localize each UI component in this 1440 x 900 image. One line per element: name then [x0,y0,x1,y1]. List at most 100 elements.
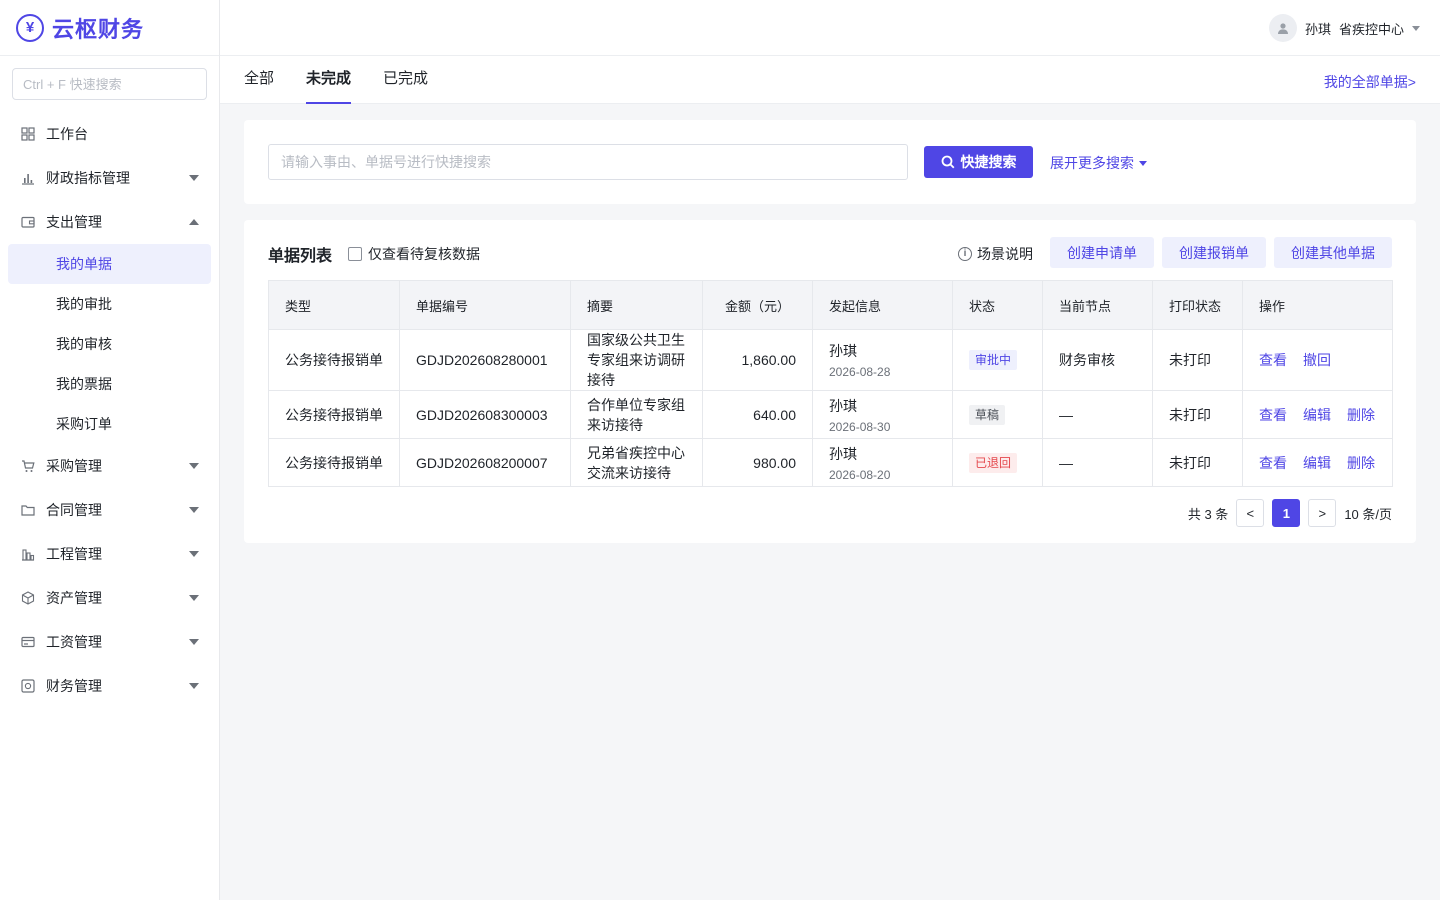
sidebar-search[interactable] [12,68,207,100]
cell-status: 已退回 [952,438,1043,487]
bar-chart-icon [20,170,36,186]
list-title: 单据列表 [268,248,333,265]
avatar[interactable] [1268,14,1297,42]
cell-amount: 640.00 [702,390,813,439]
sidebar-item-expenditure[interactable]: 支出管理 [0,200,219,244]
sidebar-item-assets[interactable]: 资产管理 [0,576,219,620]
sidebar-item-procurement[interactable]: 采购管理 [0,444,219,488]
sidebar-search-input[interactable] [23,76,199,92]
chevron-down-icon[interactable] [189,683,199,689]
cell-amount: 1,860.00 [702,329,813,391]
tab-bar: 全部 未完成 已完成 我的全部单据> [220,56,1440,104]
chevron-down-icon[interactable] [189,551,199,557]
cell-code: GDJD202608280001 [399,329,571,391]
caret-down-icon[interactable] [1412,25,1420,31]
initiated-date: 2026-08-20 [829,467,891,482]
column-header[interactable]: 发起信息 [812,280,953,330]
pending-review-checkbox[interactable] [348,247,362,261]
page-1-button[interactable]: 1 [1272,499,1301,527]
column-header[interactable]: 摘要 [570,280,703,330]
sidebar-item-salary[interactable]: 工资管理 [0,620,219,664]
table-row[interactable]: 公务接待报销单 GDJD202608280001 国家级公共卫生专家组来访调研接… [268,329,1393,391]
create-application-button[interactable]: 创建申请单 [1050,237,1154,268]
sidebar-item-label: 合同管理 [46,502,102,518]
cell-initiator: 孙琪 2026-08-28 [812,329,953,391]
building-icon [20,546,36,562]
brand[interactable]: ¥ 云枢财务 [0,0,219,56]
document-table: 类型 单据编号 摘要 金额（元） 发起信息 状态 当前节点 打印状态 操作 公务… [268,280,1393,487]
page-size-select[interactable]: 10 条/页 [1344,504,1392,523]
edit-link[interactable]: 编辑 [1303,407,1331,423]
cell-summary: 兄弟省疾控中心交流来访接待 [570,438,703,487]
yen-logo-icon: ¥ [16,13,44,42]
quick-search-input[interactable] [268,144,908,180]
chevron-down-icon[interactable] [189,463,199,469]
sidebar-menu: 工作台 财政指标管理 支出管理 我的单据 我的审批 我的审核 我的票据 采购订单… [0,112,219,708]
table-row[interactable]: 公务接待报销单 GDJD202608300003 合作单位专家组来访接待 640… [268,390,1393,439]
column-header[interactable]: 类型 [268,280,400,330]
submenu-item-my-reviews[interactable]: 我的审核 [8,324,211,364]
all-documents-link[interactable]: 我的全部单据> [1324,72,1416,92]
cell-actions: 查看 编辑 删除 [1242,390,1393,439]
delete-link[interactable]: 删除 [1347,407,1375,423]
search-icon [941,155,954,169]
sidebar-item-contracts[interactable]: 合同管理 [0,488,219,532]
sidebar-item-engineering[interactable]: 工程管理 [0,532,219,576]
sidebar-item-fiscal-indicators[interactable]: 财政指标管理 [0,156,219,200]
column-header: 操作 [1242,280,1393,330]
sidebar-item-workbench[interactable]: 工作台 [0,112,219,156]
cell-type: 公务接待报销单 [268,438,400,487]
delete-link[interactable]: 删除 [1347,455,1375,471]
column-header[interactable]: 状态 [952,280,1043,330]
table-row[interactable]: 公务接待报销单 GDJD202608200007 兄弟省疾控中心交流来访接待 9… [268,438,1393,487]
quick-search-button[interactable]: 快捷搜索 [924,146,1033,178]
prev-page-button[interactable]: < [1236,499,1265,527]
chevron-down-icon[interactable] [189,507,199,513]
tab-incomplete[interactable]: 未完成 [306,56,352,104]
column-header[interactable]: 单据编号 [399,280,571,330]
chevron-down-icon[interactable] [189,175,199,181]
pending-review-filter[interactable]: 仅查看待复核数据 [348,244,480,264]
cell-print-status: 未打印 [1152,438,1243,487]
submenu-item-purchase-orders[interactable]: 采购订单 [8,404,211,444]
submenu-item-my-invoices[interactable]: 我的票据 [8,364,211,404]
table-header-row: 类型 单据编号 摘要 金额（元） 发起信息 状态 当前节点 打印状态 操作 [268,280,1393,330]
scene-description-link[interactable]: i 场景说明 [958,244,1033,264]
sidebar-item-label: 财政指标管理 [46,170,130,186]
create-reimbursement-button[interactable]: 创建报销单 [1162,237,1266,268]
cell-actions: 查看 编辑 删除 [1242,438,1393,487]
grid-icon [20,126,36,142]
chevron-down-icon[interactable] [189,595,199,601]
top-header: 孙琪 省疾控中心 [220,0,1440,56]
edit-link[interactable]: 编辑 [1303,455,1331,471]
submenu-item-my-approvals[interactable]: 我的审批 [8,284,211,324]
document-list-panel: 单据列表 仅查看待复核数据 i 场景说明 创建申请单 创建报销单 创建其他单据 … [244,220,1416,543]
cell-code: GDJD202608300003 [399,390,571,439]
column-header[interactable]: 打印状态 [1152,280,1243,330]
chevron-up-icon[interactable] [189,219,199,225]
view-link[interactable]: 查看 [1259,407,1287,423]
next-page-button[interactable]: > [1308,499,1337,527]
sidebar-item-finance[interactable]: 财务管理 [0,664,219,708]
cell-print-status: 未打印 [1152,390,1243,439]
status-badge: 草稿 [969,404,1006,425]
create-other-document-button[interactable]: 创建其他单据 [1274,237,1392,268]
tab-all[interactable]: 全部 [244,56,274,104]
cell-print-status: 未打印 [1152,329,1243,391]
initiated-date: 2026-08-28 [829,365,891,379]
column-header[interactable]: 当前节点 [1042,280,1153,330]
expand-more-search-link[interactable]: 展开更多搜索 [1050,153,1147,173]
chevron-down-icon[interactable] [189,639,199,645]
caret-down-icon [1139,160,1147,166]
user-org: 省疾控中心 [1338,21,1404,37]
withdraw-link[interactable]: 撤回 [1303,352,1331,368]
cell-amount: 980.00 [702,438,813,487]
wallet-icon [20,214,36,230]
user-menu[interactable]: 孙琪 省疾控中心 [1268,14,1420,42]
column-header[interactable]: 金额（元） [702,280,813,330]
submenu-item-my-documents[interactable]: 我的单据 [8,244,211,284]
view-link[interactable]: 查看 [1259,352,1287,368]
tab-complete[interactable]: 已完成 [383,56,428,104]
cell-initiator: 孙琪 2026-08-20 [812,438,953,487]
view-link[interactable]: 查看 [1259,455,1287,471]
